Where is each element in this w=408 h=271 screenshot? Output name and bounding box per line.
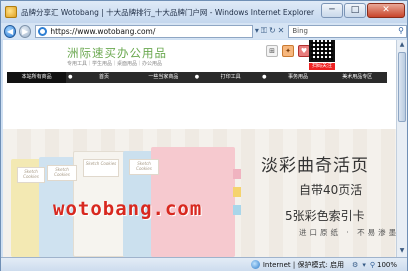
nav-divider-icon: ● xyxy=(194,74,200,80)
minimize-button[interactable]: ─ xyxy=(321,3,343,18)
url-field[interactable]: https://www.wotobang.com/ xyxy=(35,24,253,38)
url-tools: ▾ ⚿ ↻ ✕ xyxy=(255,26,285,36)
status-bar: Internet | 保护模式: 启用 ⚙ ▾ ⚲ 100% xyxy=(1,257,407,271)
site-favicon-icon xyxy=(5,6,17,18)
qr-code-icon xyxy=(309,40,335,62)
qr-caption: 扫码关注 xyxy=(309,63,335,70)
scroll-thumb[interactable] xyxy=(398,52,406,122)
watermark: wotobang.com xyxy=(53,198,203,220)
refresh-icon[interactable]: ↻ xyxy=(269,26,276,36)
hero-banner[interactable]: Sketch Cookies Sketch Cookies Sketch Coo… xyxy=(3,129,396,257)
nav-item-office-supplies[interactable]: 事务用品 xyxy=(268,72,327,83)
close-button[interactable]: ✕ xyxy=(367,3,405,18)
globe-icon xyxy=(250,260,260,269)
binder-label: Sketch Cookies xyxy=(17,167,45,183)
weibo-icon[interactable]: ✦ xyxy=(282,45,294,57)
window-controls: ─ □ ✕ xyxy=(321,3,405,18)
nav-item-print-tools[interactable]: 打印工具 xyxy=(201,72,260,83)
dropdown-icon[interactable]: ▾ xyxy=(255,26,259,36)
nav-divider-icon: ● xyxy=(68,74,73,80)
site-header: 洲际速买办公用品 专用工具｜学生用品｜桌面用品｜办公用品 ⊞ ✦ ♥ 扫码关注 xyxy=(3,40,396,73)
banner-subtitle-2: 5张彩色索引卡 xyxy=(285,209,365,223)
site-logo[interactable]: 洲际速买办公用品 xyxy=(67,45,167,61)
scroll-down-icon[interactable]: ▼ xyxy=(398,247,406,256)
zoom-dropdown-icon[interactable]: ▾ xyxy=(362,261,366,269)
nav-item-all-products[interactable]: 本站所有商品 xyxy=(7,72,67,83)
search-icon[interactable]: ⚲ xyxy=(398,26,404,35)
index-tab xyxy=(233,187,241,197)
browser-window: 品牌分享汇 Wotobang | 十大品牌排行_十大品牌门户网 - Window… xyxy=(0,0,408,271)
zoom-level[interactable]: 100% xyxy=(377,261,397,269)
security-zone[interactable]: Internet | 保护模式: 启用 xyxy=(263,260,344,270)
nav-item-featured[interactable]: 一些当家商品 xyxy=(134,72,193,83)
spacer xyxy=(3,83,396,129)
stop-icon[interactable]: ✕ xyxy=(278,26,285,36)
back-button[interactable]: ◀ xyxy=(4,24,17,38)
nav-item-art-supplies[interactable]: 美术用品专区 xyxy=(328,72,387,83)
binder-label: Sketch Cookies xyxy=(129,159,159,175)
vertical-scrollbar[interactable]: ▲ ▼ xyxy=(396,40,407,257)
address-bar: ◀ ▶ https://www.wotobang.com/ ▾ ⚿ ↻ ✕ Bi… xyxy=(1,23,408,39)
header-icons: ⊞ ✦ ♥ xyxy=(266,45,310,57)
window-title: 品牌分享汇 Wotobang | 十大品牌排行_十大品牌门户网 - Window… xyxy=(21,7,315,17)
binder-label: Sketch Cookies xyxy=(83,159,119,177)
compat-view-icon[interactable]: ⚿ xyxy=(261,26,267,36)
search-placeholder: Bing xyxy=(292,27,308,35)
search-input[interactable]: Bing ⚲ xyxy=(288,24,408,38)
nav-item-home[interactable]: 首页 xyxy=(74,72,133,83)
ie-icon xyxy=(38,26,48,36)
maximize-button[interactable]: □ xyxy=(344,3,366,18)
protected-mode-icon[interactable]: ⚙ xyxy=(352,261,358,269)
scroll-up-icon[interactable]: ▲ xyxy=(398,41,406,50)
banner-title: 淡彩曲奇活页 xyxy=(261,156,369,176)
forward-button[interactable]: ▶ xyxy=(19,24,32,38)
nav-divider-icon: ● xyxy=(262,74,267,80)
url-text: https://www.wotobang.com/ xyxy=(50,26,156,36)
banner-tagline: 进口原纸 · 不易渗墨 xyxy=(299,228,396,237)
index-tab xyxy=(233,205,241,215)
index-tab xyxy=(233,169,241,179)
cart-icon[interactable]: ⊞ xyxy=(266,45,278,57)
site-slogan: 专用工具｜学生用品｜桌面用品｜办公用品 xyxy=(67,61,163,67)
main-navbar: 本站所有商品 ● 首页 一些当家商品 ● 打印工具 ● 事务用品 美术用品专区 xyxy=(7,72,387,83)
binder-label: Sketch Cookies xyxy=(47,165,77,181)
page-viewport: 洲际速买办公用品 专用工具｜学生用品｜桌面用品｜办公用品 ⊞ ✦ ♥ 扫码关注 … xyxy=(3,40,396,257)
banner-subtitle: 自带40页活 xyxy=(299,183,363,197)
title-bar: 品牌分享汇 Wotobang | 十大品牌排行_十大品牌门户网 - Window… xyxy=(1,1,407,23)
zoom-icon[interactable]: ⚲ xyxy=(370,261,375,269)
